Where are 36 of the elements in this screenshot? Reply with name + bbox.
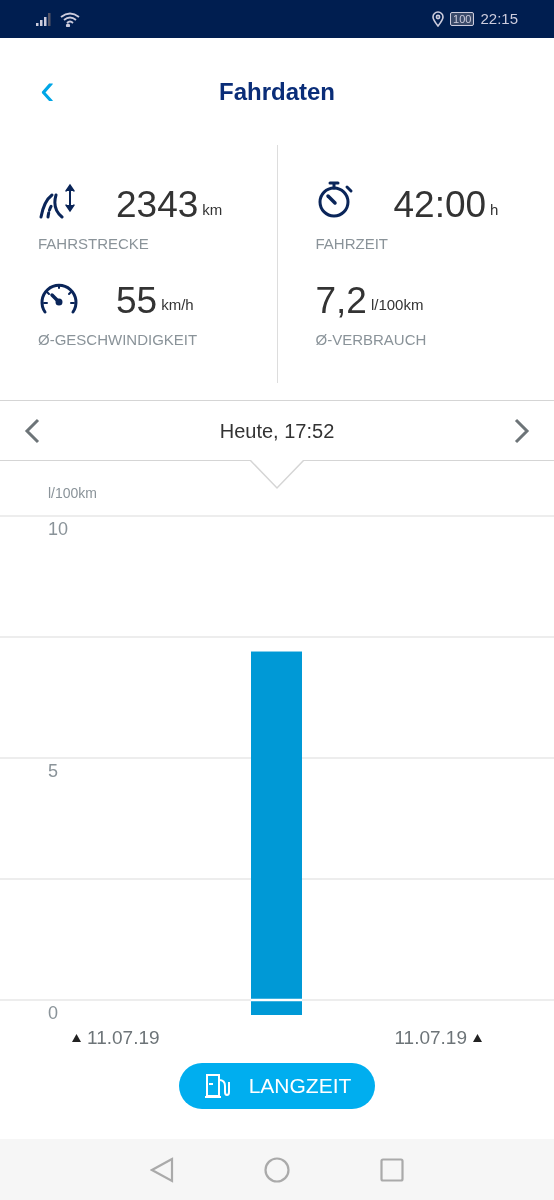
y-tick-label: 5 [48, 762, 58, 780]
stat-value: 55 [116, 281, 158, 321]
marker-icon [473, 1033, 482, 1042]
stat-value: 42:00 [393, 186, 487, 225]
next-icon[interactable] [514, 417, 530, 444]
long-term-button[interactable]: LANGZEIT [179, 1063, 375, 1109]
back-button[interactable]: ‹ [40, 66, 55, 117]
range-start-date: 11.07.19 [87, 1028, 160, 1047]
signal-icon [36, 12, 54, 26]
location-icon [432, 11, 445, 27]
home-nav-icon[interactable] [264, 1156, 290, 1183]
wifi-icon [60, 11, 80, 27]
stat-label: Ø-VERBRAUCH [315, 329, 428, 350]
y-tick-label: 0 [48, 1004, 58, 1022]
stat-unit: l/100km [370, 295, 424, 315]
stat-label: FAHRSTRECKE [38, 234, 150, 254]
range-end-date: 11.07.19 [394, 1028, 467, 1047]
recents-nav-icon[interactable] [380, 1157, 404, 1182]
page-title: Fahrdaten [219, 76, 335, 107]
y-tick-label: 10 [48, 520, 69, 538]
stat-unit: h [490, 199, 499, 220]
stat-value: 2343 [116, 186, 199, 225]
back-nav-icon[interactable] [150, 1156, 174, 1183]
fuel-pump-icon [202, 1072, 231, 1100]
previous-icon[interactable] [24, 417, 40, 444]
marker-icon [72, 1033, 81, 1042]
y-axis-label: l/100km [48, 484, 98, 503]
period-label: Heute, 17:52 [219, 418, 335, 444]
battery-indicator: 100 [450, 12, 475, 26]
stat-label: Ø-GESCHWINDIGKEIT [38, 329, 199, 350]
stat-unit: km/h [161, 295, 194, 315]
road-icon [38, 183, 78, 219]
stat-unit: km [202, 199, 223, 220]
stat-value: 7,2 [315, 281, 367, 321]
clock: 22:15 [480, 8, 518, 29]
stat-label: FAHRZEIT [315, 234, 389, 254]
